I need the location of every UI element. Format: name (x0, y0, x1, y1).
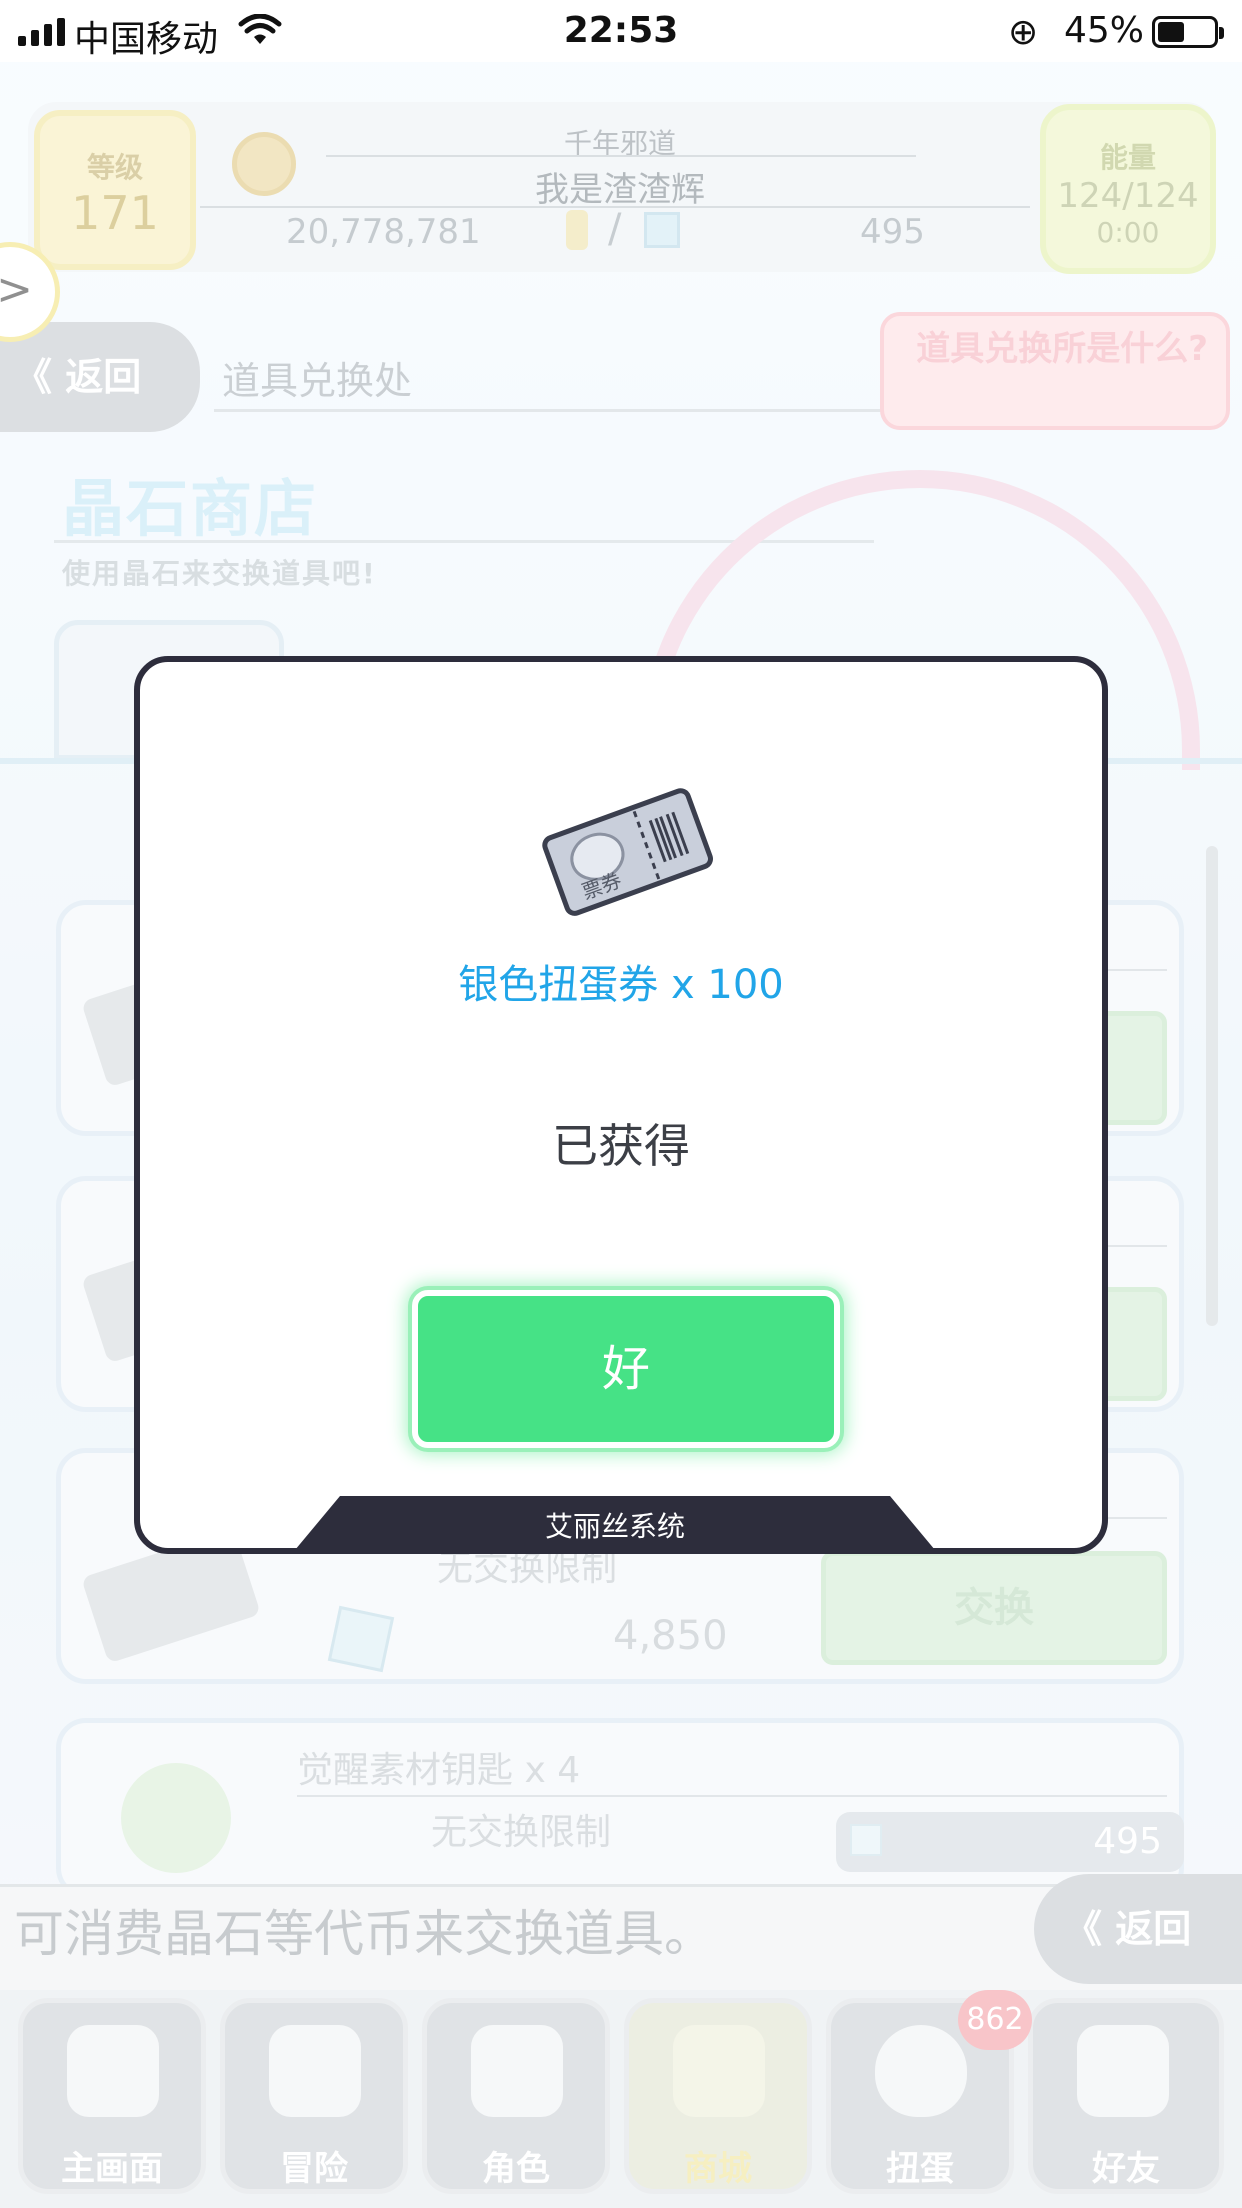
battery-percent: 45% (1064, 10, 1145, 51)
battery-icon (1152, 16, 1224, 48)
reward-text: 银色扭蛋券 x 100 (458, 962, 784, 1008)
reward-dialog: 票券 银色扭蛋券 x 100 已获得 好 艾丽丝系统 (134, 656, 1108, 1554)
ok-button[interactable]: 好 (412, 1290, 840, 1448)
dialog-footer: 艾丽丝系统 (290, 1496, 940, 1548)
rotation-lock-icon: ⊕ (1008, 12, 1039, 53)
clock: 22:53 (563, 10, 679, 51)
silver-ticket-icon: 票券 (542, 788, 714, 916)
obtained-text: 已获得 (552, 1119, 690, 1173)
status-bar: 中国移动 22:53 ⊕ 45% (0, 0, 1242, 62)
